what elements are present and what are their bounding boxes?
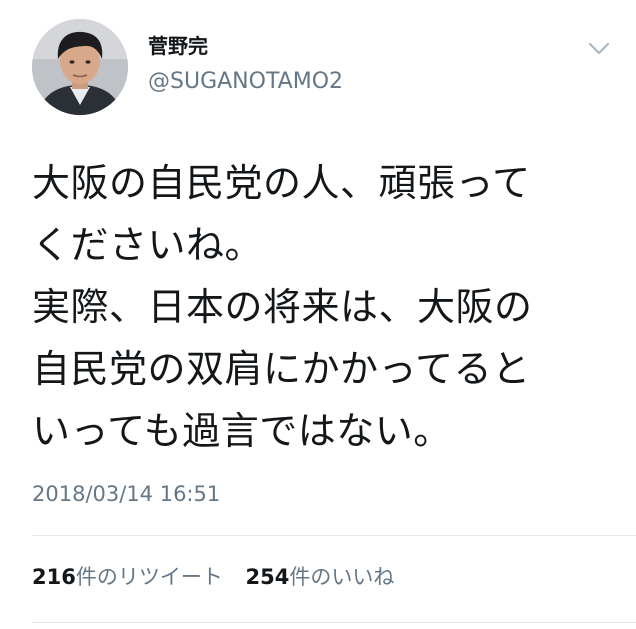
like-count-label: 件のいいね bbox=[289, 565, 395, 589]
chevron-down-icon[interactable] bbox=[586, 38, 612, 58]
tweet-stats: 216件のリツイート 254件のいいね bbox=[32, 562, 410, 592]
tweet-text-line: 実際、日本の将来は、大阪の bbox=[32, 285, 533, 329]
display-name[interactable]: 菅野完 bbox=[148, 33, 208, 59]
tweet-text-line: いっても過言ではない。 bbox=[32, 409, 452, 453]
retweet-count-number: 216 bbox=[32, 565, 76, 589]
retweet-count-label: 件のリツイート bbox=[75, 565, 223, 589]
divider bbox=[32, 535, 636, 536]
tweet-text-line: 大阪の自民党の人、頑張って bbox=[32, 161, 531, 205]
like-count-number: 254 bbox=[245, 565, 290, 589]
user-handle[interactable]: @SUGANOTAMO2 bbox=[148, 68, 343, 96]
divider bbox=[32, 622, 636, 623]
tweet-text: 大阪の自民党の人、頑張って くださいね。 実際、日本の将来は、大阪の 自民党の双… bbox=[32, 152, 612, 462]
tweet-card: 菅野完 @SUGANOTAMO2 大阪の自民党の人、頑張って くださいね。 実際… bbox=[0, 0, 636, 629]
avatar-photo-icon bbox=[32, 19, 128, 115]
tweet-text-line: くださいね。 bbox=[32, 223, 264, 267]
tweet-text-line: 自民党の双肩にかかってると bbox=[32, 347, 531, 391]
like-count[interactable]: 254件のいいね bbox=[246, 562, 395, 592]
retweet-count[interactable]: 216件のリツイート bbox=[32, 562, 223, 592]
user-avatar[interactable] bbox=[32, 19, 128, 115]
tweet-timestamp[interactable]: 2018/03/14 16:51 bbox=[32, 480, 220, 508]
